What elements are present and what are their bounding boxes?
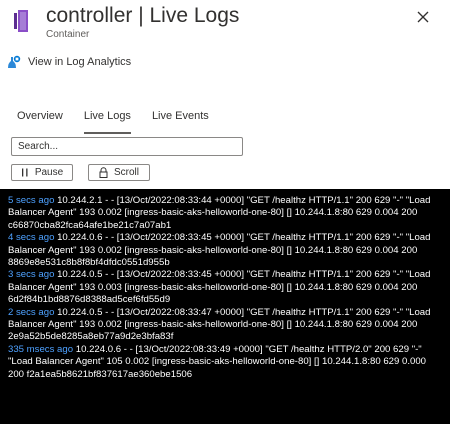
container-icon — [14, 10, 28, 32]
log-message: 10.224.0.5 - - [13/Oct/2022:08:33:47 +00… — [8, 306, 431, 343]
log-timestamp: 335 msecs ago — [8, 343, 74, 355]
scroll-button[interactable]: Scroll — [88, 164, 150, 181]
pause-label: Pause — [34, 167, 64, 178]
log-console[interactable]: 5 secs ago 10.244.2.1 - - [13/Oct/2022:0… — [0, 189, 450, 424]
log-message: 10.244.2.1 - - [13/Oct/2022:08:33:44 +00… — [8, 195, 431, 231]
tab-bar: Overview Live Logs Live Events — [17, 110, 230, 134]
search-input[interactable] — [11, 137, 243, 156]
log-timestamp: 2 secs ago — [8, 306, 55, 318]
log-entry: 335 msecs ago 10.224.0.6 - - [13/Oct/202… — [8, 344, 443, 381]
close-icon[interactable] — [412, 6, 434, 28]
log-analytics-label: View in Log Analytics — [28, 56, 132, 68]
log-message: 10.224.0.6 - - [13/Oct/2022:08:33:45 +00… — [8, 232, 431, 269]
view-in-log-analytics-link[interactable]: View in Log Analytics — [7, 53, 131, 71]
blade-header: controller | Live Logs Container — [0, 0, 450, 50]
pause-button[interactable]: Pause — [11, 164, 73, 181]
log-timestamp: 3 secs ago — [8, 269, 55, 281]
log-entry: 2 secs ago 10.224.0.5 - - [13/Oct/2022:0… — [8, 307, 443, 344]
log-message: 10.224.0.5 - - [13/Oct/2022:08:33:45 +00… — [8, 269, 431, 306]
pause-icon — [21, 168, 28, 177]
tab-overview[interactable]: Overview — [17, 110, 63, 132]
log-analytics-icon — [8, 55, 21, 68]
log-timestamp: 4 secs ago — [8, 232, 55, 244]
lock-icon — [99, 167, 108, 178]
tab-live-events[interactable]: Live Events — [152, 110, 209, 132]
log-timestamp: 5 secs ago — [8, 195, 55, 206]
log-entry: 4 secs ago 10.224.0.6 - - [13/Oct/2022:0… — [8, 232, 443, 269]
log-entry: 5 secs ago 10.244.2.1 - - [13/Oct/2022:0… — [8, 195, 443, 232]
page-title: controller | Live Logs — [46, 4, 240, 27]
scroll-label: Scroll — [113, 167, 139, 178]
page-subtitle: Container — [46, 29, 90, 40]
log-entry: 3 secs ago 10.224.0.5 - - [13/Oct/2022:0… — [8, 269, 443, 306]
tab-live-logs[interactable]: Live Logs — [83, 110, 132, 134]
